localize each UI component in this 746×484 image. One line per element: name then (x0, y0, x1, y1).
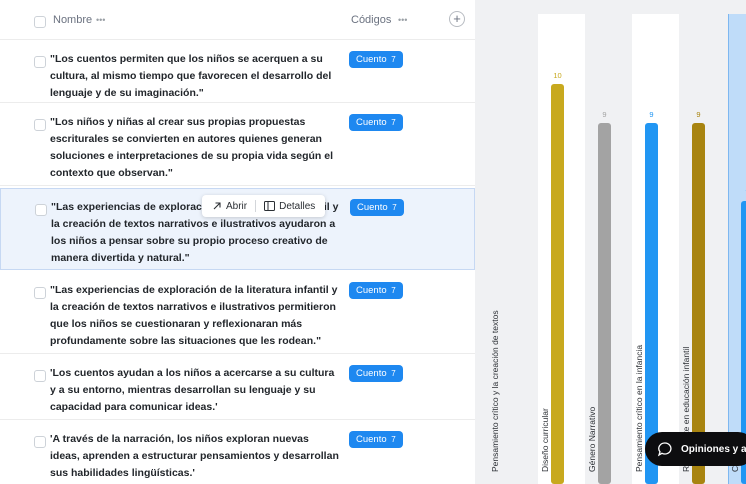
chart-bar (692, 123, 705, 484)
row-checkbox[interactable] (34, 287, 46, 299)
bar-value-label: 9 (649, 110, 653, 119)
quote-text: 'Los cuentos ayudan a los niños a acerca… (50, 367, 335, 413)
bar-value-label: 9 (602, 110, 606, 119)
category-label: Pensamiento crítico en la infancia (634, 345, 644, 472)
category-label: Pensamiento crítico y la creación de tex… (490, 310, 500, 472)
add-column-button[interactable]: + (449, 11, 465, 27)
codes-column-menu-icon[interactable]: ••• (398, 15, 407, 25)
code-tag[interactable]: Cuento 7 (349, 431, 403, 448)
code-tag-label: Cuento (356, 434, 387, 445)
row-hover-actions: Abrir Detalles (202, 195, 326, 217)
code-tag[interactable]: Cuento 7 (350, 199, 404, 216)
table-row-selected[interactable]: "Las experiencias de exploración de la l… (0, 188, 475, 270)
chart-bar (645, 123, 658, 484)
select-all-checkbox[interactable] (34, 16, 46, 28)
table-row[interactable]: "Los cuentos permiten que los niños se a… (0, 41, 475, 103)
code-tag-count: 7 (392, 203, 397, 212)
bar-chart-svg: Pensamiento crítico y la creación de tex… (490, 14, 746, 484)
quote-text: "Los cuentos permiten que los niños se a… (50, 53, 332, 99)
table-row[interactable]: 'A través de la narración, los niños exp… (0, 421, 475, 484)
chart-bar (598, 123, 611, 484)
panel-icon (264, 201, 276, 211)
category-label: Diseño curricular (540, 408, 550, 472)
code-tag-label: Cuento (356, 285, 387, 296)
feedback-chat-button[interactable]: Opiniones y ay (645, 432, 746, 466)
chat-bubble-icon (657, 442, 672, 457)
table-row[interactable]: 'Los cuentos ayudan a los niños a acerca… (0, 355, 475, 420)
code-tag[interactable]: Cuento 7 (349, 114, 403, 131)
code-tag-label: Cuento (357, 202, 388, 213)
code-tag-count: 7 (391, 118, 396, 127)
quotes-table: Nombre ••• Códigos ••• + "Los cuentos pe… (0, 0, 475, 484)
quote-text: "Los niños y niñas al crear sus propias … (50, 116, 333, 179)
code-tag[interactable]: Cuento 7 (349, 51, 403, 68)
row-checkbox[interactable] (34, 436, 46, 448)
row-checkbox[interactable] (35, 204, 47, 216)
row-checkbox[interactable] (34, 56, 46, 68)
feedback-chat-label: Opiniones y ay (681, 443, 746, 455)
column-header-name[interactable]: Nombre (53, 14, 92, 26)
code-tag[interactable]: Cuento 7 (349, 282, 403, 299)
name-column-menu-icon[interactable]: ••• (96, 15, 105, 25)
code-tag-label: Cuento (356, 54, 387, 65)
row-checkbox[interactable] (34, 370, 46, 382)
code-tag-label: Cuento (356, 368, 387, 379)
code-tag-count: 7 (391, 369, 396, 378)
code-tag-count: 7 (391, 286, 396, 295)
category-label: Género Narrativo (587, 407, 597, 472)
arrow-up-right-icon (213, 202, 221, 210)
table-row[interactable]: "Los niños y niñas al crear sus propias … (0, 104, 475, 186)
details-button-label: Detalles (279, 200, 316, 212)
code-tag-count: 7 (391, 435, 396, 444)
table-row[interactable]: "Las experiencias de exploración de la l… (0, 272, 475, 354)
table-header: Nombre ••• Códigos ••• + (0, 0, 475, 40)
column-header-codes[interactable]: Códigos (351, 14, 391, 26)
quote-text: "Las experiencias de exploración de la l… (50, 284, 338, 347)
bar-value-label: 10 (553, 71, 561, 80)
code-tag-label: Cuento (356, 117, 387, 128)
row-checkbox[interactable] (34, 119, 46, 131)
codes-bar-chart: Pensamiento crítico y la creación de tex… (475, 0, 746, 484)
bar-value-label: 9 (696, 110, 700, 119)
open-button[interactable]: Abrir (208, 201, 251, 212)
open-button-label: Abrir (226, 200, 248, 212)
chart-bar (551, 84, 564, 484)
code-tag-count: 7 (391, 55, 396, 64)
quote-text: 'A través de la narración, los niños exp… (50, 433, 339, 479)
code-tag[interactable]: Cuento 7 (349, 365, 403, 382)
divider (255, 200, 257, 212)
details-button[interactable]: Detalles (260, 201, 319, 212)
